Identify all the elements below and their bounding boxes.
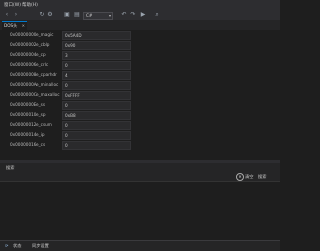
clear-button[interactable]: 清空 xyxy=(245,174,253,180)
row-value: 0 xyxy=(65,103,68,108)
undo-icon[interactable]: ↶ xyxy=(120,11,128,19)
language-select-value: C# xyxy=(86,13,93,18)
row-field: e_maxalloc xyxy=(36,92,60,97)
row-value-box[interactable]: 0xB8 xyxy=(62,111,131,120)
row-field: e_cblp xyxy=(36,42,50,47)
redo-icon[interactable]: ↷ xyxy=(129,11,137,19)
row-address: 0x00000004 xyxy=(10,52,37,57)
row-value: 0 xyxy=(65,83,68,88)
close-icon[interactable]: ✕ xyxy=(22,23,25,28)
row-address: 0x00000000 xyxy=(10,32,37,37)
row-address: 0x0000000E xyxy=(10,102,37,107)
tab-label: DOS头 xyxy=(4,23,18,28)
status-bar: ⟳ 状态 同步设置 xyxy=(0,240,280,251)
row-field: e_crlc xyxy=(36,62,49,67)
row-address: 0x00000008 xyxy=(10,72,37,77)
row-value-box[interactable]: 0 xyxy=(62,81,131,90)
chevron-down-icon: ▾ xyxy=(108,13,111,18)
row-value-box[interactable]: 0 xyxy=(62,61,131,70)
row-value-box[interactable]: 4 xyxy=(62,71,131,80)
save-icon[interactable]: ▤ xyxy=(73,11,81,19)
row-value-box[interactable]: 0xFFFF xyxy=(62,91,131,100)
row-field: e_cp xyxy=(36,52,46,57)
row-value: 0 xyxy=(65,63,68,68)
sync-settings-label[interactable]: 同步设置 xyxy=(32,243,49,249)
row-value: 0xB8 xyxy=(65,113,76,118)
row-field: e_csum xyxy=(36,122,52,127)
row-value-box[interactable]: 0 xyxy=(62,121,131,130)
table-row: 0x0000000C e_maxalloc 0xFFFF xyxy=(0,90,280,100)
table-row: 0x00000016 e_cs 0 xyxy=(0,140,280,150)
menu-bar: 窗口(W) 帮助(H) xyxy=(0,0,280,10)
run-icon[interactable]: ▶ xyxy=(139,11,147,19)
panel-title: 搜索 xyxy=(6,165,15,170)
row-value: 0x5A4D xyxy=(65,33,82,38)
row-value: 3 xyxy=(65,53,68,58)
row-field: e_sp xyxy=(36,112,46,117)
row-value: 0xFFFF xyxy=(65,93,80,98)
row-value: 0 xyxy=(65,123,68,128)
row-field: e_minalloc xyxy=(36,82,59,87)
table-row: 0x00000004 e_cp 3 xyxy=(0,50,280,60)
search-panel: 搜索 ✕ 清空 搜索 xyxy=(0,163,280,240)
row-value-box[interactable]: 3 xyxy=(62,51,131,60)
row-value: 0 xyxy=(65,133,68,138)
row-field: e_ss xyxy=(36,102,46,107)
table-row: 0x00000000 e_magic 0x5A4D xyxy=(0,30,280,40)
search-icon[interactable]: ⌕ xyxy=(153,11,161,19)
language-select[interactable]: C# ▾ xyxy=(83,12,113,20)
table-row: 0x00000012 e_csum 0 xyxy=(0,120,280,130)
row-value: 0x90 xyxy=(65,43,76,48)
reload-icon[interactable]: ↻ xyxy=(38,11,46,19)
table-row: 0x0000000A e_minalloc 0 xyxy=(0,80,280,90)
row-address: 0x00000010 xyxy=(10,112,37,117)
row-value-box[interactable]: 0x90 xyxy=(62,41,131,50)
row-address: 0x0000000A xyxy=(10,82,37,87)
table-row: 0x00000006 e_crlc 0 xyxy=(0,60,280,70)
table-row: 0x00000002 e_cblp 0x90 xyxy=(0,40,280,50)
dos-header-grid: 0x00000000 e_magic 0x5A4D 0x00000002 e_c… xyxy=(0,30,280,160)
row-value-box[interactable]: 0 xyxy=(62,141,131,150)
table-row: 0x00000010 e_sp 0xB8 xyxy=(0,110,280,120)
row-field: e_cparhdr xyxy=(36,72,57,77)
table-row: 0x0000000E e_ss 0 xyxy=(0,100,280,110)
sync-icon[interactable]: ⟳ xyxy=(5,243,10,248)
row-value-box[interactable]: 0x5A4D xyxy=(62,31,131,40)
row-address: 0x00000006 xyxy=(10,62,37,67)
tab-dos-header[interactable]: DOS头 ✕ xyxy=(2,21,27,30)
open-folder-icon[interactable]: ▣ xyxy=(63,11,71,19)
row-value-box[interactable]: 0 xyxy=(62,101,131,110)
row-address: 0x00000014 xyxy=(10,132,37,137)
row-address: 0x0000000C xyxy=(10,92,37,97)
forward-icon[interactable]: › xyxy=(12,11,20,19)
menu-help[interactable]: 帮助(H) xyxy=(22,2,38,8)
row-address: 0x00000002 xyxy=(10,42,37,47)
back-icon[interactable]: ‹ xyxy=(3,11,11,19)
row-field: e_ip xyxy=(36,132,45,137)
row-value: 0 xyxy=(65,143,68,148)
row-value: 4 xyxy=(65,73,68,78)
status-label[interactable]: 状态 xyxy=(13,243,21,249)
table-row: 0x00000014 e_ip 0 xyxy=(0,130,280,140)
panel-header: 搜索 xyxy=(0,163,280,172)
menu-window[interactable]: 窗口(W) xyxy=(4,2,21,8)
clear-icon[interactable]: ✕ xyxy=(236,173,244,181)
search-button[interactable]: 搜索 xyxy=(258,174,266,180)
row-value-box[interactable]: 0 xyxy=(62,131,131,140)
row-address: 0x00000016 xyxy=(10,142,37,147)
settings-icon[interactable]: ⚙ xyxy=(46,11,54,19)
row-field: e_magic xyxy=(36,32,54,37)
row-address: 0x00000012 xyxy=(10,122,37,127)
row-field: e_cs xyxy=(36,142,46,147)
table-row: 0x00000008 e_cparhdr 4 xyxy=(0,70,280,80)
